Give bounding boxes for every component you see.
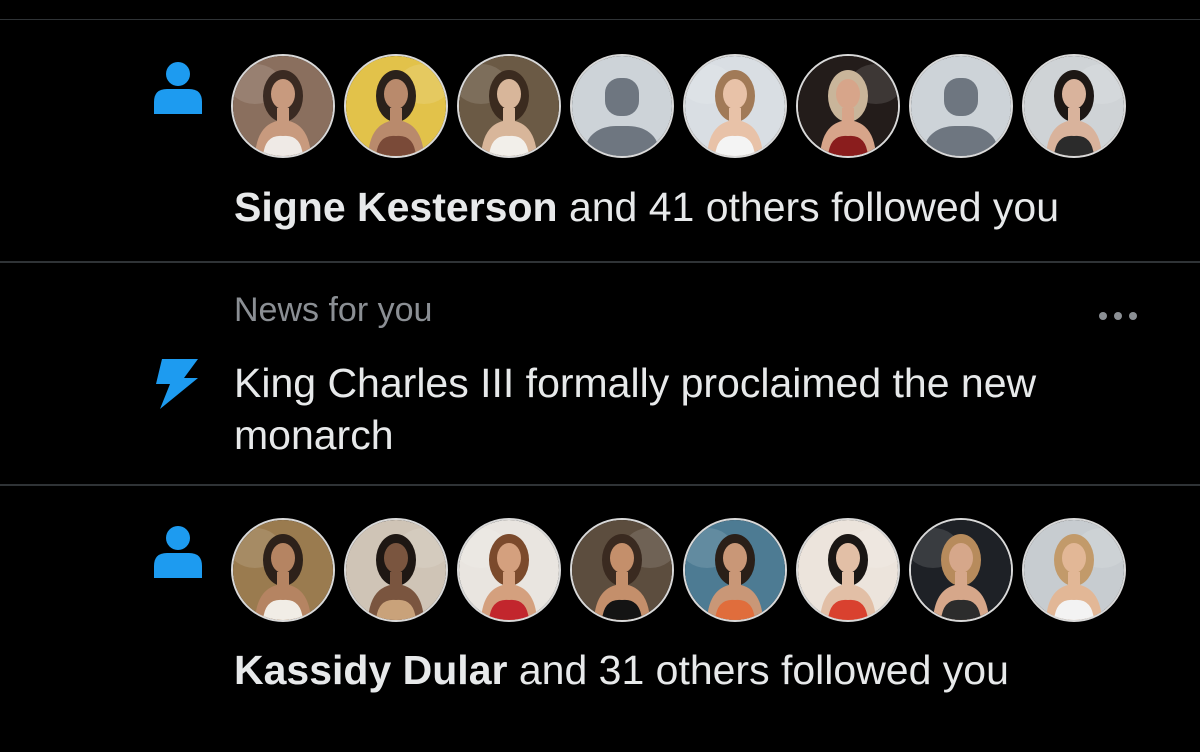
follower-avatar[interactable]: [1022, 54, 1126, 158]
follower-avatar[interactable]: [1022, 518, 1126, 622]
follow-summary-rest: and 31 others followed you: [507, 647, 1009, 693]
follower-avatar[interactable]: [231, 54, 335, 158]
follower-avatar[interactable]: [344, 518, 448, 622]
follower-avatar[interactable]: [344, 54, 448, 158]
more-dots-icon[interactable]: [1094, 304, 1142, 328]
follower-avatar[interactable]: [457, 54, 561, 158]
person-icon: [150, 58, 206, 114]
default-avatar[interactable]: [570, 54, 674, 158]
follower-avatar[interactable]: [457, 518, 561, 622]
follower-name[interactable]: Signe Kesterson: [234, 184, 558, 230]
news-context-label: News for you: [234, 291, 433, 329]
follower-name[interactable]: Kassidy Dular: [234, 647, 507, 693]
follow-notification-2[interactable]: Kassidy Dular and 31 others followed you: [0, 486, 1200, 752]
follow-summary-rest: and 41 others followed you: [557, 184, 1059, 230]
follower-avatar[interactable]: [796, 518, 900, 622]
person-icon: [150, 522, 206, 578]
follower-avatar[interactable]: [231, 518, 335, 622]
follower-avatar[interactable]: [683, 54, 787, 158]
follow-notification-1[interactable]: Signe Kesterson and 41 others followed y…: [0, 0, 1200, 262]
follow-summary: Kassidy Dular and 31 others followed you: [234, 646, 1009, 694]
follow-summary: Signe Kesterson and 41 others followed y…: [234, 183, 1059, 231]
news-headline[interactable]: King Charles III formally proclaimed the…: [234, 357, 1154, 461]
follower-avatar[interactable]: [909, 518, 1013, 622]
follower-avatar[interactable]: [683, 518, 787, 622]
avatar-row: [231, 518, 1126, 622]
follower-avatar[interactable]: [570, 518, 674, 622]
default-avatar[interactable]: [909, 54, 1013, 158]
lightning-icon: [146, 351, 202, 409]
avatar-row: [231, 54, 1126, 158]
follower-avatar[interactable]: [796, 54, 900, 158]
